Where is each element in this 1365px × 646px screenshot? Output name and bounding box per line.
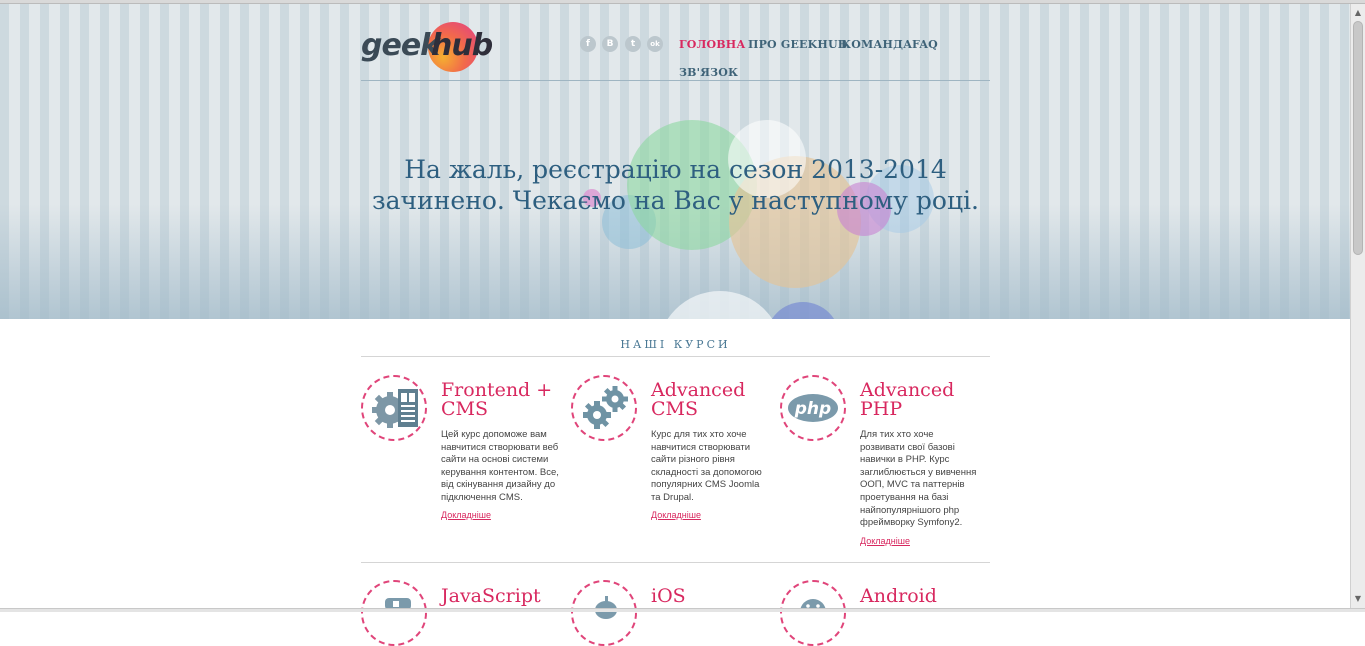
decor-bubble [766,302,840,319]
javascript-course-icon[interactable] [361,580,427,646]
hero-message-line2: зачинено. Чекаємо на Вас у наступному ро… [372,186,979,215]
php-logo-text: php [794,399,831,419]
course-title-android[interactable]: Android [860,587,937,606]
apple-icon [595,596,617,619]
hero-banner: geek hub f В t ok ГОЛОВНА ПРО GEEKHUB КО… [0,4,1350,319]
facebook-icon[interactable]: f [580,36,596,52]
ios-course-icon[interactable] [571,580,637,646]
vk-icon[interactable]: В [602,36,618,52]
section-divider [361,356,990,357]
browser-bottom-edge [0,608,1365,612]
advanced-php-icon[interactable]: php [780,375,846,441]
course-title-ios[interactable]: iOS [651,587,686,606]
vertical-scrollbar[interactable]: ▲ ▼ [1350,4,1365,608]
course-title-advanced-php[interactable]: Advanced PHP [860,381,954,419]
courses-section-title: НАШІ КУРСИ [620,338,731,351]
odnoklassniki-icon[interactable]: ok [647,36,663,52]
course-title-javascript[interactable]: JavaScript [441,587,541,606]
course-title-line: PHP [860,398,903,420]
scroll-up-icon[interactable]: ▲ [1351,6,1365,20]
android-icon [800,599,826,612]
php-logo-icon: php [788,394,838,422]
course-description: Для тих хто хоче розвивати свої базові н… [860,429,977,529]
hero-message: На жаль, реєстрацію на сезон 2013-2014 з… [361,154,990,216]
course-more-link[interactable]: Докладніше [860,536,910,546]
logo-text-hub: hub [431,28,493,63]
logo-text-geek: geek [361,28,440,63]
frontend-cms-icon[interactable] [361,375,427,441]
course-description: Цей курс допоможе вам навчитися створюва… [441,429,559,503]
course-title-frontend-cms[interactable]: Frontend + CMS [441,381,552,419]
row-divider [361,562,990,563]
course-more-link[interactable]: Докладніше [441,510,491,520]
course-title-advanced-cms[interactable]: Advanced CMS [651,381,745,419]
javascript-icon [385,598,411,610]
course-title-line: CMS [651,398,699,420]
gears-icon [583,386,628,429]
nav-divider [361,80,990,81]
course-more-link[interactable]: Докладніше [651,510,701,520]
android-course-icon[interactable] [780,580,846,646]
course-title-line: CMS [441,398,489,420]
scroll-down-icon[interactable]: ▼ [1351,592,1365,606]
nav-contact[interactable]: ЗВ'ЯЗОК [679,66,738,79]
decor-bubble [657,291,783,319]
course-description: Курс для тих хто хоче навчитися створюва… [651,429,762,503]
nav-about[interactable]: ПРО GEEKHUB [748,38,847,51]
nav-faq[interactable]: FAQ [912,38,938,51]
scrollbar-thumb[interactable] [1353,21,1363,255]
twitter-icon[interactable]: t [625,36,641,52]
advanced-cms-icon[interactable] [571,375,637,441]
geekhub-logo[interactable]: geek hub [361,22,493,72]
nav-home[interactable]: ГОЛОВНА [679,38,746,51]
nav-team[interactable]: КОМАНДА [841,38,912,51]
hero-message-line1: На жаль, реєстрацію на сезон 2013-2014 [404,155,947,184]
gear-layout-icon [372,389,418,428]
